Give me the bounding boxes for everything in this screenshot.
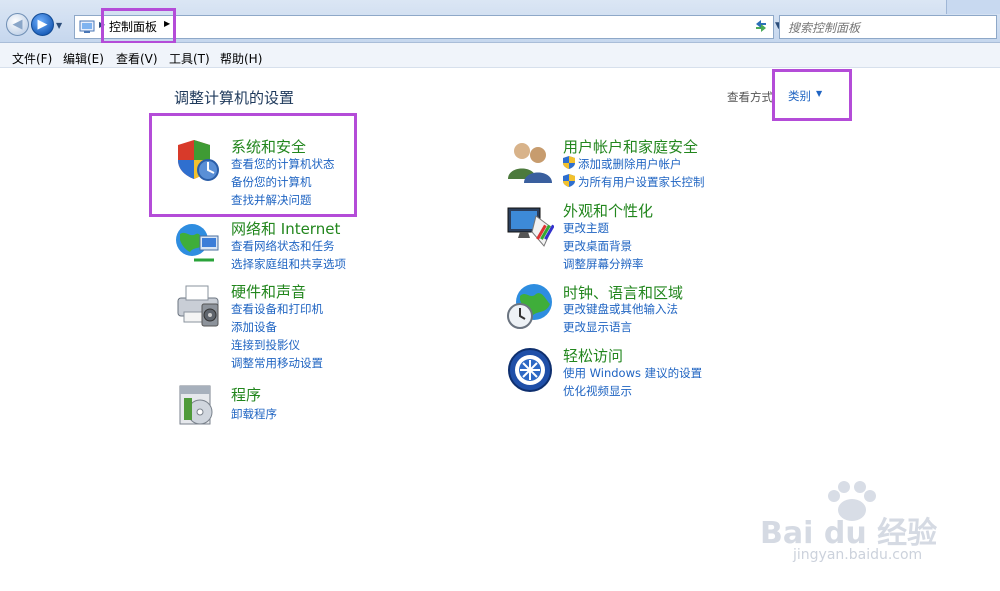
link-change-theme[interactable]: 更改主题 xyxy=(563,220,609,236)
category-title-user-accounts[interactable]: 用户帐户和家庭安全 xyxy=(563,136,698,157)
link-desktop-background[interactable]: 更改桌面背景 xyxy=(563,238,632,254)
category-title-network-internet[interactable]: 网络和 Internet xyxy=(231,218,340,239)
page-title: 调整计算机的设置 xyxy=(174,89,295,107)
uac-shield-icon xyxy=(563,174,575,187)
recent-pages-dropdown-icon[interactable]: ▼ xyxy=(56,21,62,30)
window-controls[interactable] xyxy=(946,0,1000,14)
shield-icon xyxy=(178,140,219,181)
link-add-device[interactable]: 添加设备 xyxy=(231,319,277,335)
link-screen-resolution[interactable]: 调整屏幕分辨率 xyxy=(563,256,644,272)
search-input[interactable] xyxy=(786,17,990,39)
link-recommended-settings[interactable]: 使用 Windows 建议的设置 xyxy=(563,365,702,381)
menu-file[interactable]: 文件(F) xyxy=(12,50,52,67)
back-button[interactable]: ◀ xyxy=(6,13,29,36)
breadcrumb-control-panel[interactable]: 控制面板 xyxy=(109,18,157,35)
category-title-programs[interactable]: 程序 xyxy=(231,384,261,405)
category-title-hardware-sound[interactable]: 硬件和声音 xyxy=(231,281,306,302)
link-parental-controls[interactable]: 为所有用户设置家长控制 xyxy=(578,174,705,190)
link-change-keyboard[interactable]: 更改键盘或其他输入法 xyxy=(563,301,678,317)
menu-tools[interactable]: 工具(T) xyxy=(169,50,210,67)
monitor-palette-icon xyxy=(507,207,554,247)
link-devices-printers[interactable]: 查看设备和打印机 xyxy=(231,301,323,317)
link-connect-projector[interactable]: 连接到投影仪 xyxy=(231,337,300,353)
printer-icon xyxy=(177,285,219,327)
watermark-brand: Bai du 经验 xyxy=(760,516,938,551)
view-by-highlight xyxy=(772,69,852,121)
link-find-fix-problems[interactable]: 查找并解决问题 xyxy=(231,192,312,208)
link-display-language[interactable]: 更改显示语言 xyxy=(563,319,632,335)
network-globe-icon xyxy=(176,224,219,262)
category-title-appearance[interactable]: 外观和个性化 xyxy=(563,200,653,221)
link-view-network-status[interactable]: 查看网络状态和任务 xyxy=(231,238,335,254)
control-panel-icon xyxy=(79,20,95,33)
category-title-system-security[interactable]: 系统和安全 xyxy=(231,136,306,157)
programs-icon xyxy=(179,385,213,425)
uac-shield-icon xyxy=(563,156,575,169)
users-icon xyxy=(508,143,552,183)
view-by-dropdown[interactable]: 类别 xyxy=(788,88,811,104)
link-optimize-display[interactable]: 优化视频显示 xyxy=(563,383,632,399)
link-view-computer-status[interactable]: 查看您的计算机状态 xyxy=(231,156,335,172)
forward-arrow-icon: ▶ xyxy=(37,17,48,32)
search-box[interactable] xyxy=(779,15,997,39)
menu-view[interactable]: 查看(V) xyxy=(116,50,158,67)
forward-button[interactable]: ▶ xyxy=(31,13,54,36)
ease-of-access-icon xyxy=(508,348,552,392)
address-bar[interactable]: ▶ ▼ xyxy=(74,15,782,39)
menu-help[interactable]: 帮助(H) xyxy=(220,50,262,67)
link-mobility-settings[interactable]: 调整常用移动设置 xyxy=(231,355,323,371)
clock-globe-icon xyxy=(507,284,552,329)
category-title-ease-of-access[interactable]: 轻松访问 xyxy=(563,345,623,366)
view-by-label: 查看方式 xyxy=(727,90,773,104)
refresh-icon xyxy=(756,20,766,32)
menu-edit[interactable]: 编辑(E) xyxy=(63,50,104,67)
breadcrumb-next-chevron-icon[interactable]: ▶ xyxy=(164,19,170,28)
link-homegroup-sharing[interactable]: 选择家庭组和共享选项 xyxy=(231,256,346,272)
category-title-clock-language[interactable]: 时钟、语言和区域 xyxy=(563,282,683,303)
link-backup-computer[interactable]: 备份您的计算机 xyxy=(231,174,312,190)
view-by-chevron-icon[interactable]: ▼ xyxy=(816,89,822,98)
link-uninstall-program[interactable]: 卸载程序 xyxy=(231,406,277,422)
watermark-url: jingyan.baidu.com xyxy=(793,547,923,563)
back-arrow-icon: ◀ xyxy=(12,17,23,32)
link-add-remove-accounts[interactable]: 添加或删除用户帐户 xyxy=(578,156,682,172)
refresh-button[interactable] xyxy=(750,15,772,37)
